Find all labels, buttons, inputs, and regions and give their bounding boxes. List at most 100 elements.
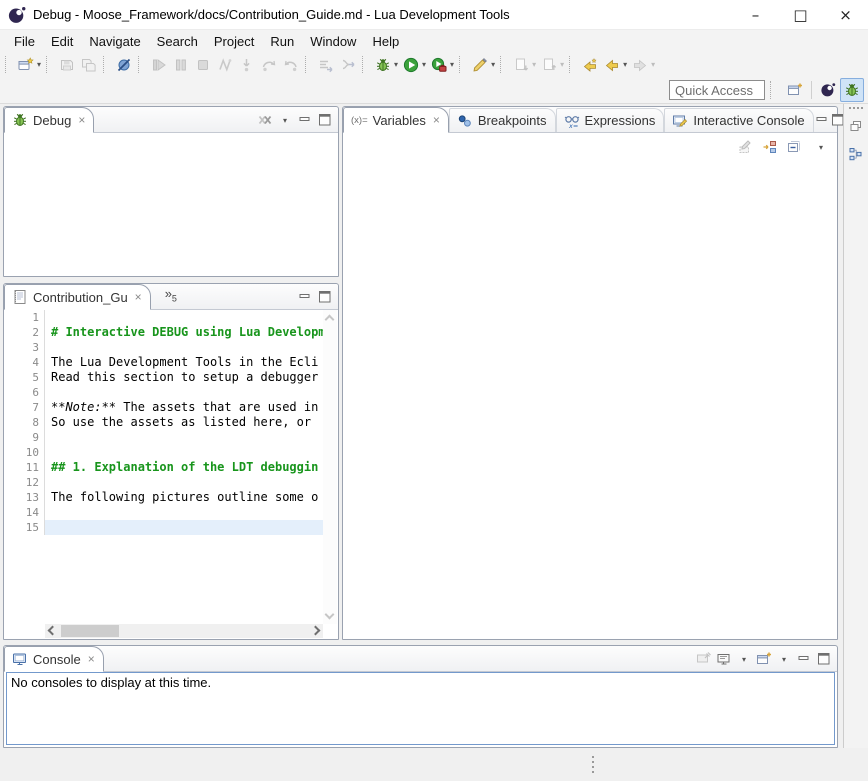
new-wizard-button[interactable]: [15, 54, 37, 76]
resume-button[interactable]: [148, 54, 170, 76]
editor-line[interactable]: 6: [4, 385, 323, 400]
console-sash[interactable]: [3, 640, 838, 645]
status-bar-drag-handle[interactable]: [592, 756, 594, 773]
step-over-button[interactable]: [258, 54, 280, 76]
next-annotation-dropdown-icon[interactable]: ▾: [532, 60, 536, 69]
editor-vertical-scrollbar[interactable]: [323, 310, 337, 624]
lua-perspective-button[interactable]: [816, 78, 840, 102]
next-annotation-button[interactable]: [510, 54, 532, 76]
use-step-filters-button[interactable]: [315, 54, 337, 76]
external-tools-dropdown-icon[interactable]: ▾: [450, 60, 454, 69]
show-type-names-button[interactable]: [736, 137, 756, 157]
tab-breakpoints[interactable]: Breakpoints: [449, 108, 556, 132]
restore-view-button[interactable]: [845, 115, 867, 137]
editor-line[interactable]: 10: [4, 445, 323, 460]
pin-console-button[interactable]: [694, 649, 714, 669]
editor-line[interactable]: 13The following pictures outline some o: [4, 490, 323, 505]
editor-tab-overflow-chevron[interactable]: »5: [165, 286, 177, 304]
collapse-all-button[interactable]: [784, 137, 804, 157]
vertical-sash[interactable]: [339, 106, 342, 640]
tab-variables[interactable]: (x)= Variables ×: [343, 107, 449, 133]
menu-help[interactable]: Help: [364, 32, 407, 51]
menu-edit[interactable]: Edit: [43, 32, 81, 51]
display-selected-console-button[interactable]: [714, 649, 734, 669]
menu-run[interactable]: Run: [262, 32, 302, 51]
editor-line[interactable]: 12: [4, 475, 323, 490]
external-tools-button[interactable]: [428, 54, 450, 76]
terminate-button[interactable]: [192, 54, 214, 76]
save-button[interactable]: [56, 54, 78, 76]
tab-debug[interactable]: Debug ×: [4, 107, 94, 133]
menu-search[interactable]: Search: [149, 32, 206, 51]
disconnect-button[interactable]: [214, 54, 236, 76]
window-minimize-button[interactable]: –: [733, 0, 778, 30]
last-edit-location-button[interactable]: [579, 54, 601, 76]
debug-perspective-button[interactable]: [840, 78, 864, 102]
outline-view-button[interactable]: [845, 143, 867, 165]
console-view-maximize-button[interactable]: [814, 649, 834, 669]
variables-view-menu-button[interactable]: ▾: [808, 137, 828, 157]
forward-dropdown-icon[interactable]: ▾: [651, 60, 655, 69]
close-tab-icon[interactable]: ×: [88, 652, 95, 666]
skip-all-breakpoints-button[interactable]: [113, 54, 135, 76]
tab-contribution-guide[interactable]: Contribution_Gu ×: [4, 284, 151, 310]
previous-annotation-button[interactable]: [538, 54, 560, 76]
open-console-dropdown[interactable]: ▾: [774, 649, 794, 669]
debug-dropdown-icon[interactable]: ▾: [394, 60, 398, 69]
editor-lines[interactable]: 12# Interactive DEBUG using Lua Developm…: [4, 310, 323, 624]
back-button[interactable]: [601, 54, 623, 76]
editor-view-minimize-button[interactable]: [295, 287, 315, 307]
editor-view-maximize-button[interactable]: [315, 287, 335, 307]
step-filters-button[interactable]: [337, 54, 359, 76]
editor-line[interactable]: 9: [4, 430, 323, 445]
menu-window[interactable]: Window: [302, 32, 364, 51]
debug-button[interactable]: [372, 54, 394, 76]
forward-button[interactable]: [629, 54, 651, 76]
run-dropdown-icon[interactable]: ▾: [422, 60, 426, 69]
tab-interactive-console[interactable]: Interactive Console: [664, 108, 813, 132]
open-search-button[interactable]: [469, 54, 491, 76]
remove-all-terminated-button[interactable]: [255, 110, 275, 130]
quick-access-input[interactable]: [669, 80, 765, 100]
editor-line[interactable]: 2# Interactive DEBUG using Lua Developm: [4, 325, 323, 340]
back-dropdown-icon[interactable]: ▾: [623, 60, 627, 69]
scroll-right-icon[interactable]: [311, 626, 321, 636]
run-button[interactable]: [400, 54, 422, 76]
step-return-button[interactable]: [280, 54, 302, 76]
editor-line[interactable]: 8So use the assets as listed here, or: [4, 415, 323, 430]
new-wizard-dropdown-icon[interactable]: ▾: [37, 60, 41, 69]
variables-view-minimize-button[interactable]: [814, 110, 830, 130]
scroll-left-icon[interactable]: [48, 626, 58, 636]
open-perspective-button[interactable]: [783, 78, 807, 102]
close-tab-icon[interactable]: ×: [135, 290, 142, 304]
window-maximize-button[interactable]: □: [778, 0, 823, 30]
scrollbar-thumb[interactable]: [61, 625, 119, 637]
open-search-dropdown-icon[interactable]: ▾: [491, 60, 495, 69]
debug-view-maximize-button[interactable]: [315, 110, 335, 130]
menu-file[interactable]: File: [6, 32, 43, 51]
debug-view-minimize-button[interactable]: [295, 110, 315, 130]
show-logical-structures-button[interactable]: [760, 137, 780, 157]
editor-line[interactable]: 4The Lua Development Tools in the Ecli: [4, 355, 323, 370]
tab-expressions[interactable]: x= Expressions: [556, 108, 665, 132]
editor-horizontal-scrollbar[interactable]: [45, 624, 323, 638]
scroll-down-icon[interactable]: [325, 610, 335, 620]
window-close-button[interactable]: ×: [823, 0, 868, 30]
previous-annotation-dropdown-icon[interactable]: ▾: [560, 60, 564, 69]
tab-console[interactable]: Console ×: [4, 646, 104, 672]
step-into-button[interactable]: [236, 54, 258, 76]
horizontal-sash[interactable]: [3, 277, 339, 283]
editor-line[interactable]: 14: [4, 505, 323, 520]
menu-project[interactable]: Project: [206, 32, 262, 51]
editor-line[interactable]: 1: [4, 310, 323, 325]
display-selected-console-dropdown[interactable]: ▾: [734, 649, 754, 669]
debug-view-menu-button[interactable]: ▾: [275, 110, 295, 130]
menu-navigate[interactable]: Navigate: [81, 32, 148, 51]
trim-drag-handle[interactable]: [849, 107, 863, 109]
suspend-button[interactable]: [170, 54, 192, 76]
save-all-button[interactable]: [78, 54, 100, 76]
editor-line[interactable]: 3: [4, 340, 323, 355]
scroll-up-icon[interactable]: [325, 315, 335, 325]
close-tab-icon[interactable]: ×: [78, 113, 85, 127]
editor-line[interactable]: 11## 1. Explanation of the LDT debuggin: [4, 460, 323, 475]
